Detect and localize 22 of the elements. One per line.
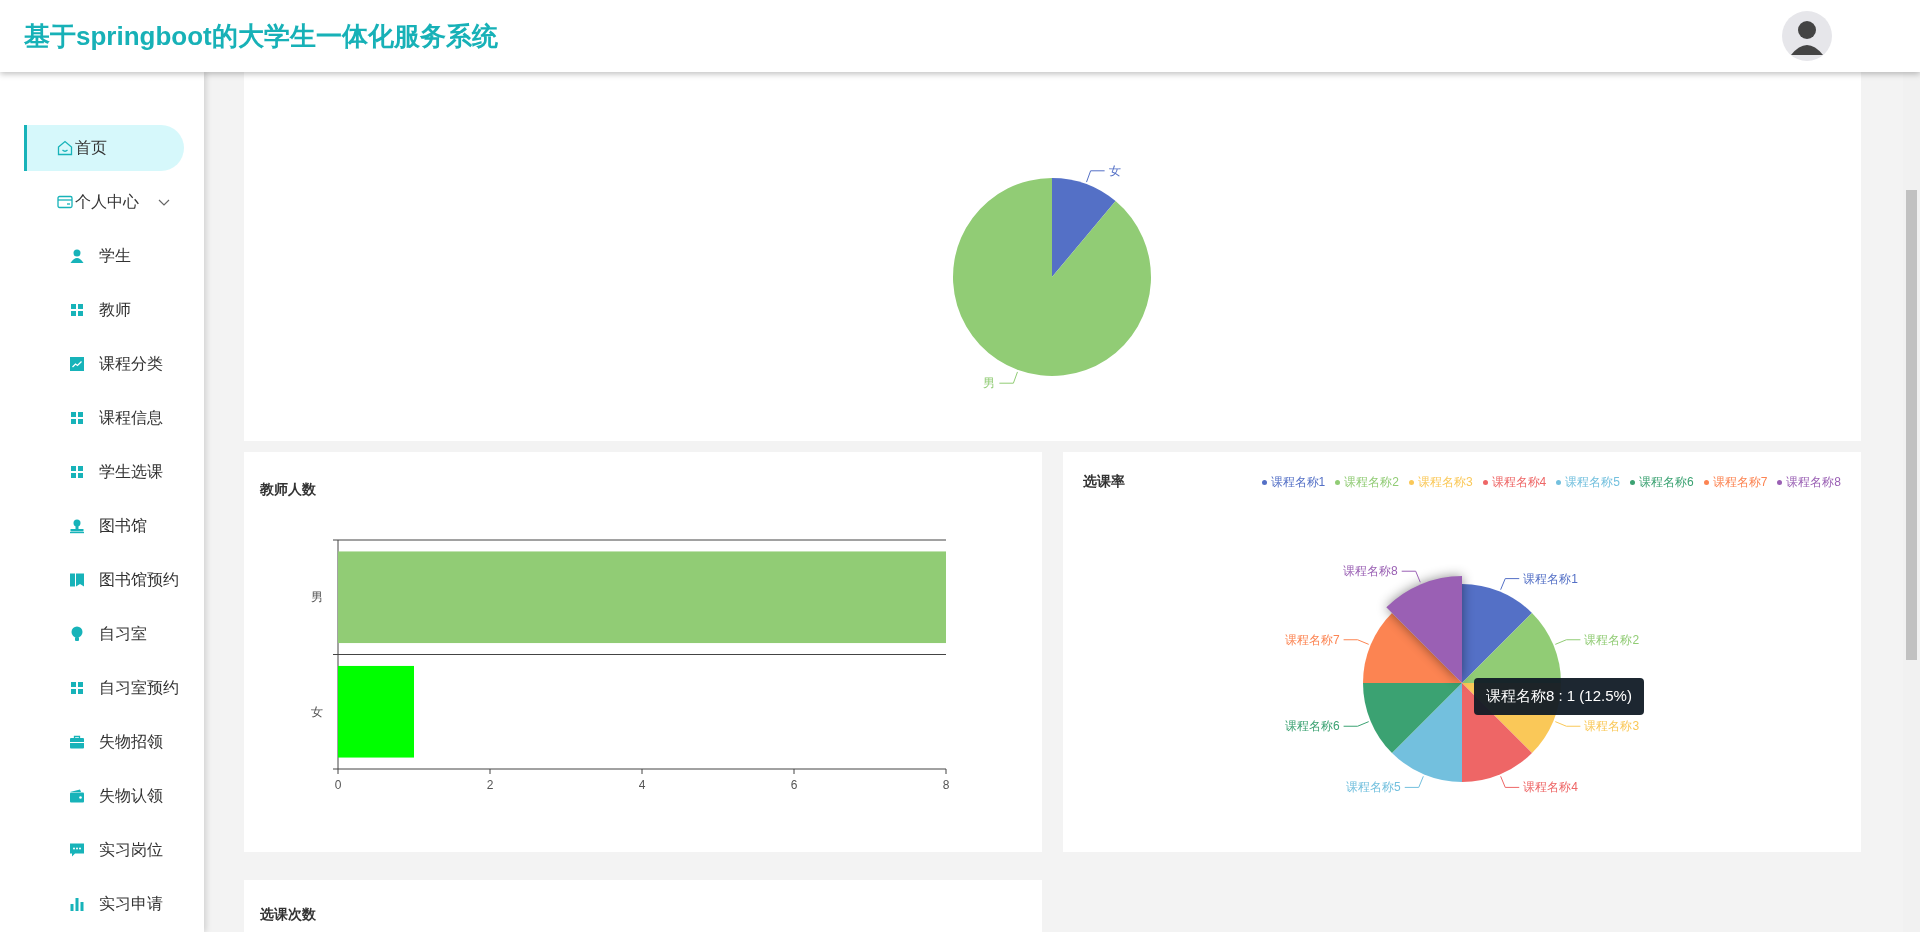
tick-label: 8: [942, 778, 950, 792]
slice-label: 课程名称6: [1284, 719, 1340, 734]
panel-title: 选课率: [1083, 473, 1125, 491]
slice-label: 女: [1108, 163, 1121, 178]
slice-label: 课程名称2: [1584, 632, 1640, 647]
slice-label: 课程名称5: [1346, 780, 1401, 795]
panel-title: 教师人数: [260, 481, 317, 499]
category-label: 女: [311, 704, 323, 719]
tick-label: 4: [638, 778, 646, 792]
slice-label: 课程名称1: [1523, 571, 1578, 586]
tick-label: 6: [790, 778, 798, 792]
category-label: 男: [311, 590, 323, 605]
slice-label: 男: [983, 376, 996, 391]
slice-label: 课程名称8: [1343, 564, 1398, 579]
slice-label: 课程名称3: [1584, 719, 1640, 734]
app-title: 基于springboot的大学生一体化服务系统: [24, 19, 498, 53]
tick-label: 2: [486, 778, 494, 792]
slice-label: 课程名称4: [1523, 780, 1578, 795]
tick-label: 0: [334, 778, 342, 792]
panel-title: 选课次数: [260, 906, 317, 924]
slice-label: 课程名称7: [1284, 632, 1340, 647]
tooltip: 课程名称8 : 1 (12.5%): [1474, 678, 1644, 715]
